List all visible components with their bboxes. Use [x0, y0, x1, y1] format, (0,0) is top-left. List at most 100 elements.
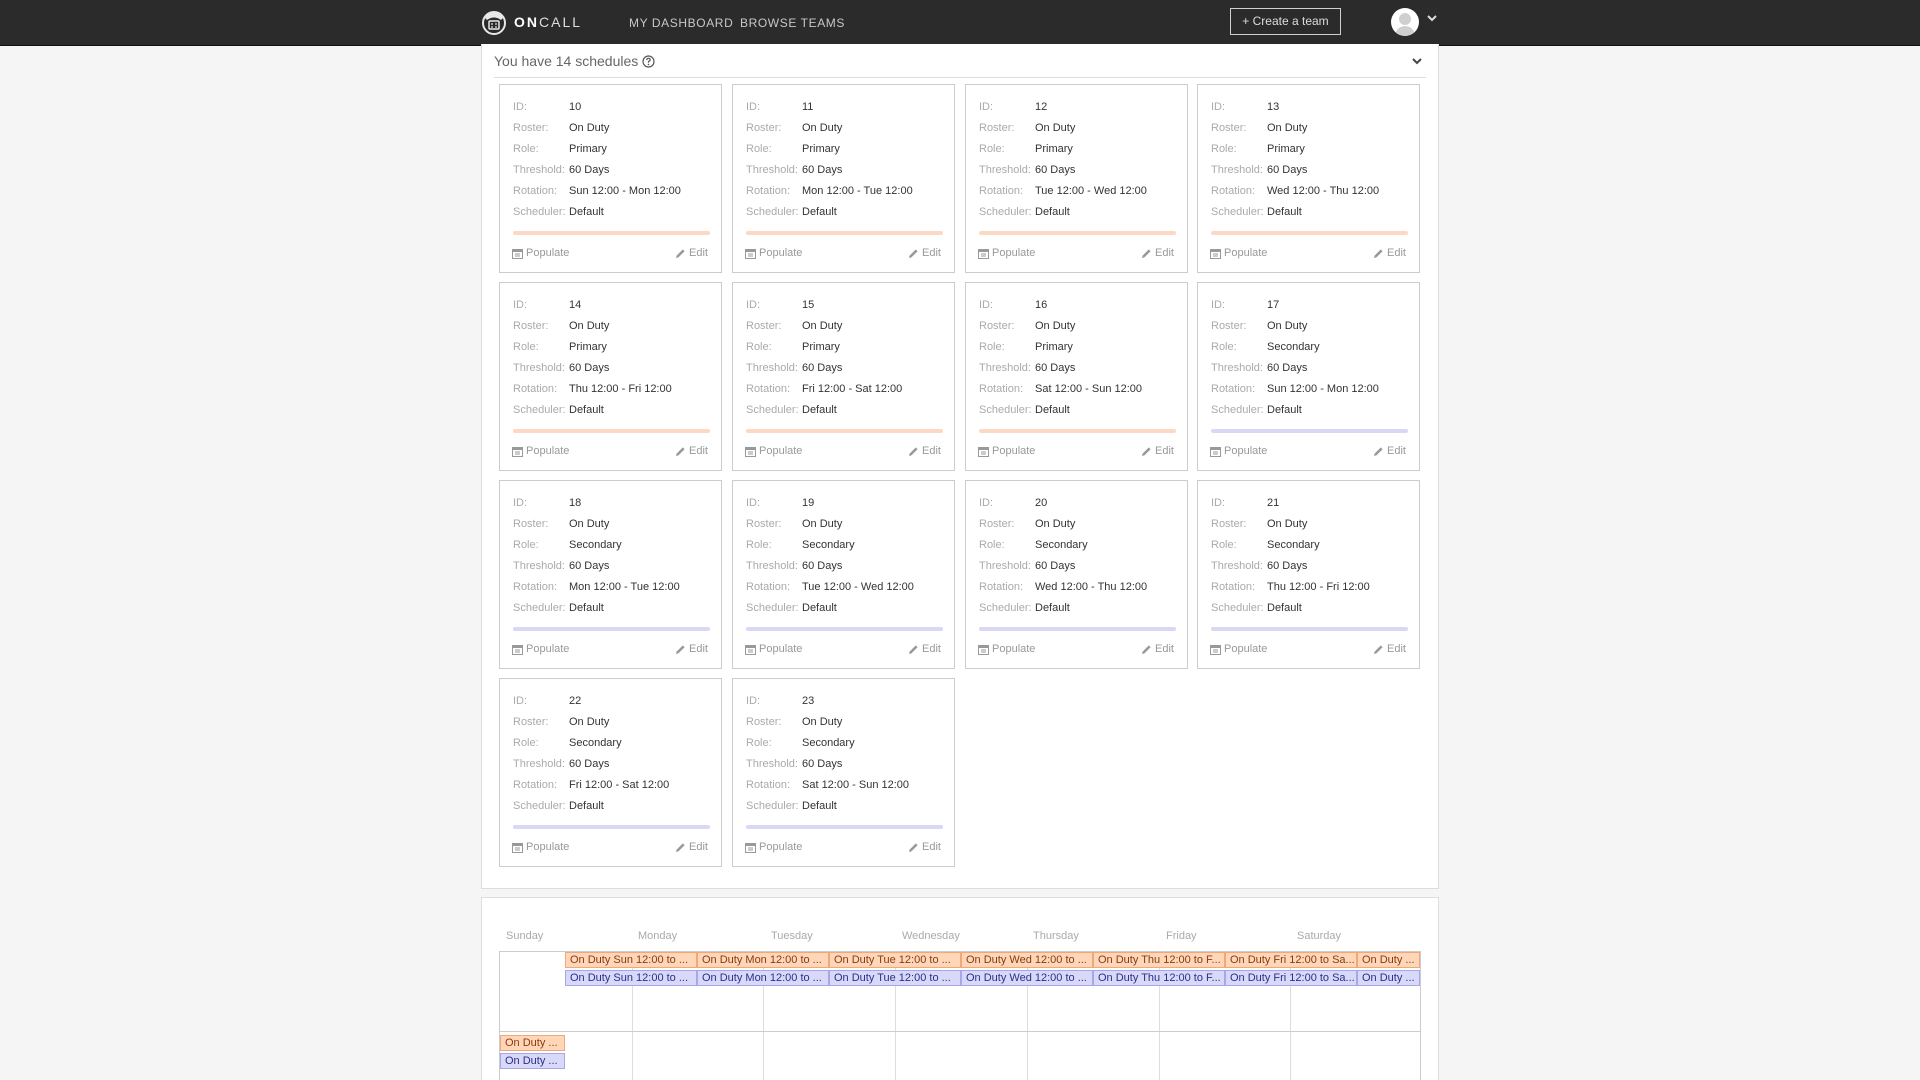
- nav-browse-teams[interactable]: BROWSE TEAMS: [740, 16, 845, 30]
- schedule-role-label: Role:: [979, 539, 1005, 551]
- calendar-event[interactable]: On Duty Sun 12:00 to ...: [565, 952, 697, 968]
- pencil-icon: [909, 644, 918, 654]
- edit-button[interactable]: Edit: [1141, 247, 1174, 259]
- edit-button[interactable]: Edit: [1373, 643, 1406, 655]
- schedule-threshold-value: 60 Days: [1035, 560, 1076, 572]
- populate-button[interactable]: Populate: [978, 247, 1035, 259]
- schedule-scheduler-value: Default: [569, 206, 604, 218]
- schedule-scheduler-value: Default: [802, 800, 837, 812]
- calendar-event[interactable]: On Duty Mon 12:00 to ...: [697, 970, 829, 986]
- user-avatar[interactable]: [1391, 8, 1419, 36]
- calendar-event[interactable]: On Duty Thu 12:00 to F...: [1093, 970, 1225, 986]
- edit-button[interactable]: Edit: [1141, 643, 1174, 655]
- edit-button[interactable]: Edit: [908, 841, 941, 853]
- populate-button[interactable]: Populate: [978, 643, 1035, 655]
- populate-button[interactable]: Populate: [978, 445, 1035, 457]
- weekday-saturday: Saturday: [1297, 930, 1342, 942]
- create-team-button[interactable]: + Create a team: [1230, 8, 1341, 35]
- populate-button[interactable]: Populate: [1210, 643, 1267, 655]
- populate-button[interactable]: Populate: [512, 445, 569, 457]
- calendar-event[interactable]: On Duty Mon 12:00 to ...: [697, 952, 829, 968]
- pencil-icon: [676, 248, 685, 258]
- schedule-role-label: Role:: [979, 341, 1005, 353]
- populate-button[interactable]: Populate: [1210, 247, 1267, 259]
- schedule-rotation-label: Rotation:: [979, 581, 1024, 593]
- calendar-event[interactable]: On Duty Fri 12:00 to Sa...: [1225, 952, 1357, 968]
- calendar-event[interactable]: On Duty Tue 12:00 to ...: [829, 952, 961, 968]
- schedule-role-bar: [1211, 429, 1408, 433]
- calendar-event[interactable]: On Duty Sun 12:00 to ...: [565, 970, 697, 986]
- schedule-role-value: Primary: [802, 143, 840, 155]
- calendar-icon: [1210, 248, 1221, 259]
- schedule-roster-label: Roster:: [746, 716, 782, 728]
- schedule-rotation-value: Sun 12:00 - Mon 12:00: [1267, 383, 1379, 395]
- edit-button[interactable]: Edit: [675, 643, 708, 655]
- chevron-down-icon[interactable]: [1427, 13, 1437, 23]
- edit-button[interactable]: Edit: [908, 445, 941, 457]
- schedules-panel: You have 14 schedules ID: 10 Roster: On Dut…: [481, 44, 1439, 889]
- schedule-role-value: Secondary: [802, 737, 855, 749]
- populate-button[interactable]: Populate: [1210, 445, 1267, 457]
- calendar-event[interactable]: On Duty ...: [500, 1035, 565, 1051]
- schedule-role-label: Role:: [513, 737, 539, 749]
- question-circle-icon[interactable]: [642, 55, 655, 68]
- schedule-rotation-value: Thu 12:00 - Fri 12:00: [1267, 581, 1370, 593]
- calendar-event[interactable]: On Duty ...: [1357, 970, 1420, 986]
- schedule-card: ID: 20 Roster: On Duty Role: Secondary Thresho…: [965, 480, 1188, 669]
- schedule-role-bar: [1211, 627, 1408, 631]
- schedule-threshold-value: 60 Days: [802, 758, 843, 770]
- top-navbar: ONCALL MY DASHBOARD BROWSE TEAMS + Creat…: [0, 0, 1920, 46]
- oncall-logo[interactable]: ONCALL: [480, 8, 582, 36]
- populate-label: Populate: [526, 841, 570, 853]
- schedule-role-label: Role:: [746, 737, 772, 749]
- populate-button[interactable]: Populate: [745, 643, 802, 655]
- calendar-event[interactable]: On Duty Wed 12:00 to ...: [961, 970, 1093, 986]
- edit-button[interactable]: Edit: [1141, 445, 1174, 457]
- schedule-rotation-label: Rotation:: [1211, 185, 1256, 197]
- edit-button[interactable]: Edit: [1373, 247, 1406, 259]
- schedule-roster-value: On Duty: [1267, 122, 1308, 134]
- schedule-role-label: Role:: [513, 143, 539, 155]
- calendar-event[interactable]: On Duty Thu 12:00 to F...: [1093, 952, 1225, 968]
- populate-button[interactable]: Populate: [512, 841, 569, 853]
- calendar-event[interactable]: On Duty ...: [1357, 952, 1420, 968]
- weekday-wednesday: Wednesday: [902, 930, 960, 942]
- schedule-scheduler-label: Scheduler:: [746, 602, 799, 614]
- schedule-threshold-value: 60 Days: [569, 362, 610, 374]
- edit-button[interactable]: Edit: [675, 445, 708, 457]
- schedule-scheduler-value: Default: [802, 602, 837, 614]
- schedule-card: ID: 17 Roster: On Duty Role: Secondary Thresho…: [1197, 282, 1420, 471]
- schedules-header[interactable]: You have 14 schedules: [494, 48, 1426, 78]
- schedule-id-label: ID:: [746, 695, 761, 707]
- schedule-rotation-label: Rotation:: [746, 581, 791, 593]
- weekday-thursday: Thursday: [1033, 930, 1079, 942]
- populate-button[interactable]: Populate: [745, 247, 802, 259]
- schedule-id-value: 13: [1267, 101, 1280, 113]
- schedule-threshold-label: Threshold:: [979, 362, 1031, 374]
- pencil-icon: [1374, 446, 1383, 456]
- edit-button[interactable]: Edit: [908, 247, 941, 259]
- edit-label: Edit: [689, 247, 708, 259]
- calendar-event[interactable]: On Duty ...: [500, 1053, 565, 1069]
- schedule-role-label: Role:: [1211, 143, 1237, 155]
- edit-button[interactable]: Edit: [1373, 445, 1406, 457]
- calendar-event[interactable]: On Duty Fri 12:00 to Sa...: [1225, 970, 1357, 986]
- pencil-icon: [1374, 248, 1383, 258]
- calendar-event[interactable]: On Duty Tue 12:00 to ...: [829, 970, 961, 986]
- populate-button[interactable]: Populate: [745, 841, 802, 853]
- populate-button[interactable]: Populate: [745, 445, 802, 457]
- populate-button[interactable]: Populate: [512, 643, 569, 655]
- schedule-id-value: 10: [569, 101, 582, 113]
- nav-my-dashboard[interactable]: MY DASHBOARD: [629, 16, 733, 30]
- edit-button[interactable]: Edit: [675, 841, 708, 853]
- schedule-scheduler-value: Default: [1035, 602, 1070, 614]
- edit-button[interactable]: Edit: [675, 247, 708, 259]
- schedule-card: ID: 11 Roster: On Duty Role: Primary Threshold…: [732, 84, 955, 273]
- schedule-role-bar: [513, 627, 710, 631]
- edit-button[interactable]: Edit: [908, 643, 941, 655]
- weekday-sunday: Sunday: [506, 930, 544, 942]
- schedule-rotation-value: Tue 12:00 - Wed 12:00: [1035, 185, 1147, 197]
- calendar-event[interactable]: On Duty Wed 12:00 to ...: [961, 952, 1093, 968]
- populate-button[interactable]: Populate: [512, 247, 569, 259]
- chevron-down-icon[interactable]: [1412, 57, 1422, 65]
